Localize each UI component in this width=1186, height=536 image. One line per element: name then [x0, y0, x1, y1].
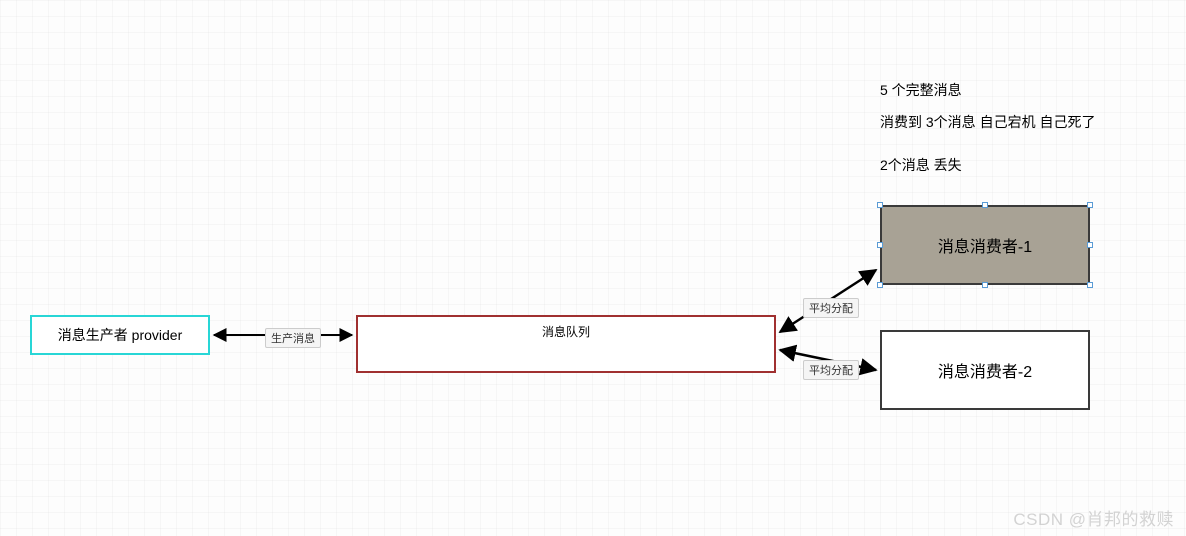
queue-label: 消息队列	[542, 323, 590, 340]
edge-label-distribute1: 平均分配	[803, 298, 859, 318]
selection-handle[interactable]	[1087, 202, 1093, 208]
consumer2-node[interactable]: 消息消费者-2	[880, 330, 1090, 410]
selection-handle[interactable]	[1087, 242, 1093, 248]
selection-handle[interactable]	[982, 282, 988, 288]
selection-handle[interactable]	[877, 242, 883, 248]
selection-handle[interactable]	[982, 202, 988, 208]
queue-node[interactable]: 消息队列	[356, 315, 776, 373]
selection-handle[interactable]	[877, 202, 883, 208]
note-line1: 5 个完整消息	[880, 80, 962, 100]
note-line3: 2个消息 丢失	[880, 155, 962, 175]
watermark: CSDN @肖邦的救赎	[1013, 505, 1174, 530]
provider-node[interactable]: 消息生产者 provider	[30, 315, 210, 355]
selection-handle[interactable]	[877, 282, 883, 288]
note-line2: 消费到 3个消息 自己宕机 自己死了	[880, 112, 1095, 132]
selection-handle[interactable]	[1087, 282, 1093, 288]
provider-label: 消息生产者 provider	[58, 325, 182, 345]
edge-label-distribute2: 平均分配	[803, 360, 859, 380]
consumer1-node[interactable]: 消息消费者-1	[880, 205, 1090, 285]
edge-label-produce: 生产消息	[265, 328, 321, 348]
consumer2-label: 消息消费者-2	[938, 358, 1032, 382]
consumer1-label: 消息消费者-1	[938, 233, 1032, 257]
